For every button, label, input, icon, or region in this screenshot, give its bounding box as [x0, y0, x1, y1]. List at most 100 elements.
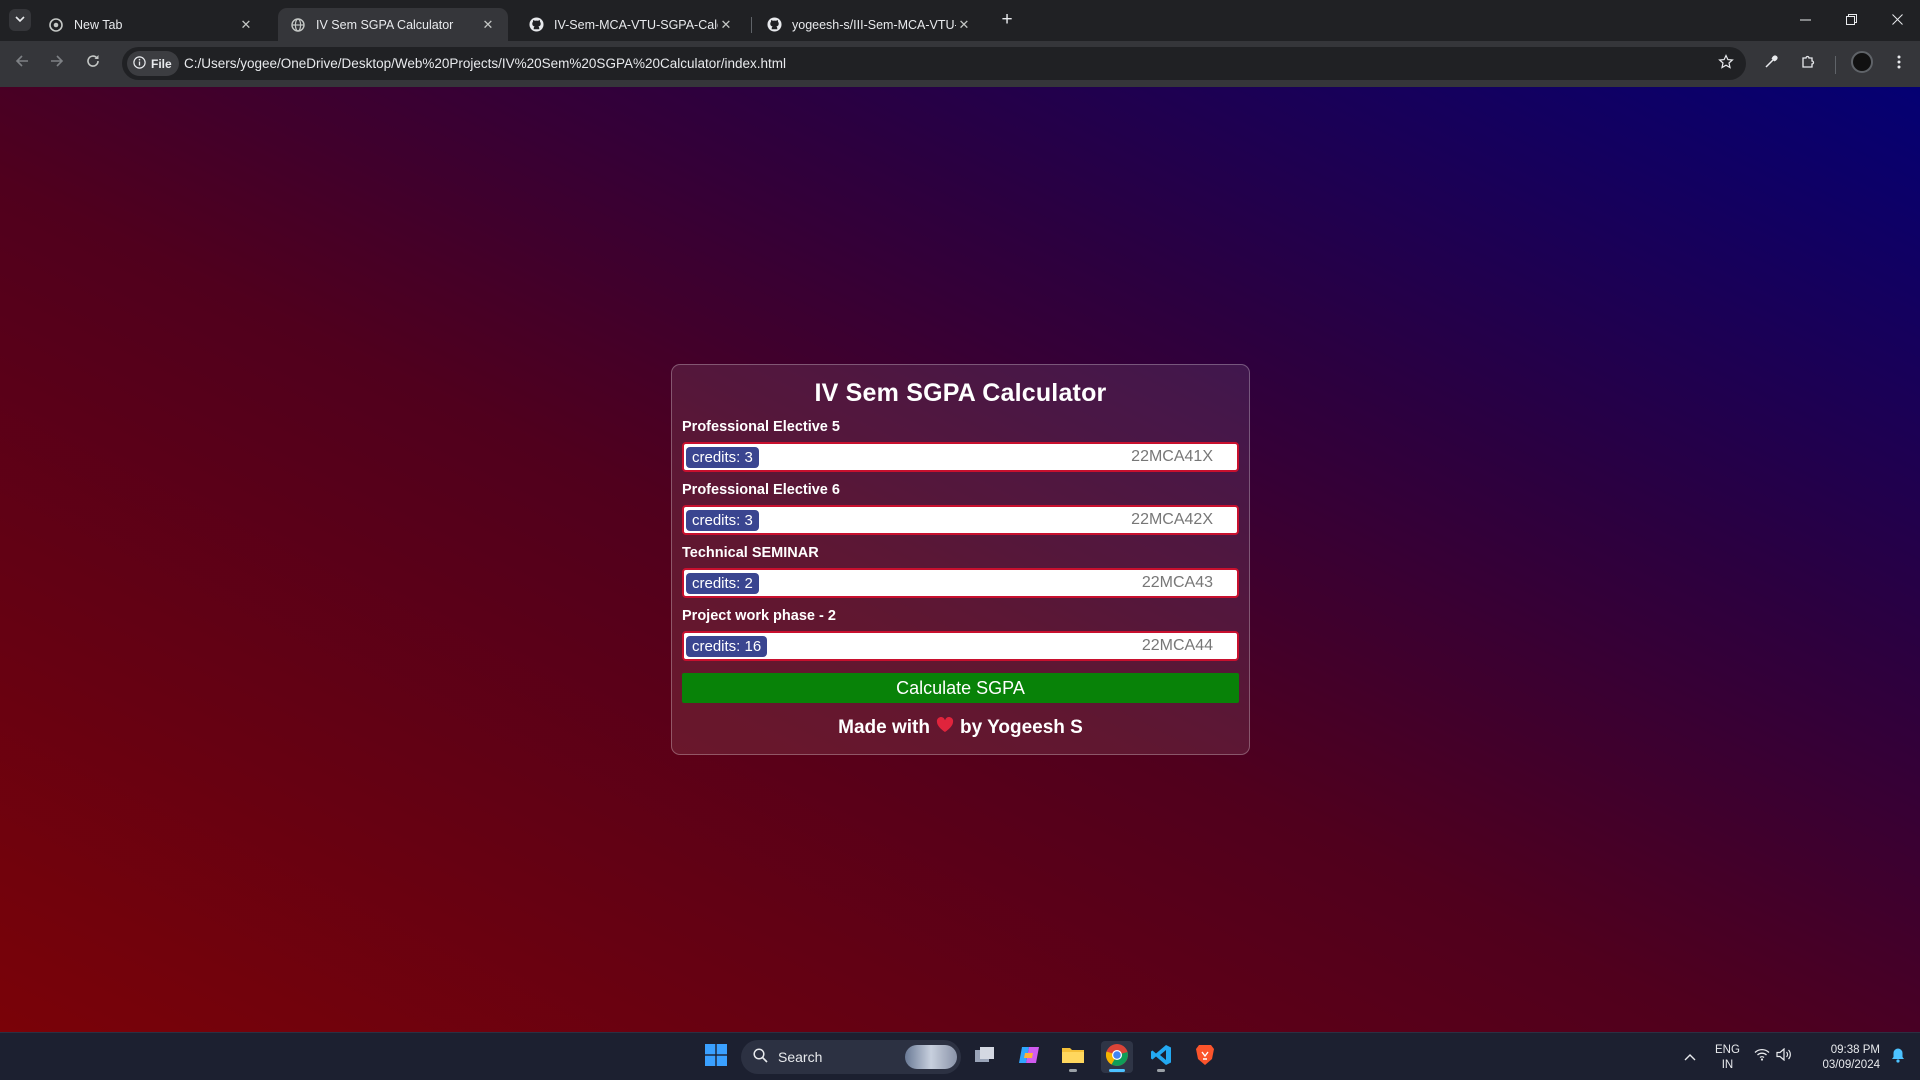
tab-separator [751, 17, 752, 33]
close-icon[interactable]: ✕ [956, 17, 972, 33]
chrome-taskbar-button[interactable] [1101, 1041, 1133, 1073]
subject-code-placeholder: 22MCA41X [1131, 448, 1213, 465]
chevron-up-icon [1684, 1048, 1696, 1066]
tab-new-tab[interactable]: New Tab ✕ [36, 8, 266, 41]
reload-button[interactable] [79, 49, 107, 77]
language-code: ENG [1715, 1044, 1740, 1056]
system-clock[interactable]: 09:38 PM 03/09/2024 [1808, 1043, 1880, 1073]
arrow-right-icon [50, 54, 64, 73]
wifi-icon [1754, 1048, 1770, 1066]
input-language[interactable]: ENG IN [1715, 1043, 1740, 1073]
subject-field: Technical SEMINAR credits: 2 22MCA43 [682, 544, 1239, 598]
site-info-label: File [151, 56, 172, 71]
volume-icon [1775, 1047, 1791, 1066]
back-button[interactable] [8, 49, 36, 77]
copilot-button[interactable] [1013, 1041, 1045, 1073]
clock-date: 03/09/2024 [1822, 1059, 1880, 1071]
active-indicator [1109, 1069, 1125, 1072]
kebab-menu-icon [1897, 55, 1901, 74]
extensions-button[interactable] [1794, 50, 1822, 78]
tab-search-button[interactable] [9, 9, 31, 31]
chrome-icon [48, 17, 64, 33]
tab-sgpa-calculator[interactable]: IV Sem SGPA Calculator ✕ [278, 8, 508, 41]
puzzle-icon [1800, 54, 1816, 75]
close-icon[interactable]: ✕ [718, 17, 734, 33]
address-bar[interactable]: File C:/Users/yogee/OneDrive/Desktop/Web… [122, 47, 1746, 80]
tab-title: New Tab [74, 17, 123, 32]
region-code: IN [1721, 1059, 1734, 1071]
restore-icon [1845, 13, 1857, 28]
close-icon[interactable]: ✕ [238, 17, 254, 33]
search-label: Search [778, 1049, 823, 1065]
grade-input[interactable]: credits: 3 22MCA42X [682, 505, 1239, 535]
footer-text-after: by Yogeesh S [960, 717, 1083, 739]
new-tab-button[interactable]: + [996, 9, 1018, 31]
search-icon [753, 1048, 768, 1066]
info-icon [133, 55, 151, 72]
windows-logo-icon [705, 1043, 727, 1071]
close-icon[interactable]: ✕ [480, 17, 496, 33]
restore-button[interactable] [1828, 0, 1874, 40]
tab-github-repo-2[interactable]: yogeesh-s/III-Sem-MCA-VTU-S ✕ [754, 8, 984, 41]
close-window-button[interactable] [1874, 0, 1920, 40]
notifications-button[interactable] [1882, 1041, 1914, 1073]
arrow-left-icon [15, 54, 29, 73]
footer-credit: Made with by Yogeesh S [682, 717, 1239, 739]
grade-input[interactable]: credits: 2 22MCA43 [682, 568, 1239, 598]
task-view-icon [974, 1045, 996, 1070]
subject-field: Professional Elective 6 credits: 3 22MCA… [682, 481, 1239, 535]
clock-time: 09:38 PM [1830, 1044, 1880, 1056]
heart-icon [936, 717, 954, 739]
menu-button[interactable] [1885, 50, 1913, 78]
tray-overflow-button[interactable] [1674, 1041, 1706, 1073]
subject-label: Professional Elective 5 [682, 419, 840, 435]
tab-github-repo[interactable]: IV-Sem-MCA-VTU-SGPA-Calcul ✕ [516, 8, 746, 41]
tab-title: yogeesh-s/III-Sem-MCA-VTU-S [792, 17, 956, 32]
grade-input[interactable]: credits: 3 22MCA41X [682, 442, 1239, 472]
subject-label: Technical SEMINAR [682, 545, 819, 561]
chrome-icon [1105, 1043, 1129, 1072]
github-icon [766, 17, 782, 33]
subject-code-placeholder: 22MCA43 [1141, 574, 1213, 591]
profile-avatar[interactable] [1851, 51, 1873, 73]
browser-toolbar: File C:/Users/yogee/OneDrive/Desktop/Web… [0, 41, 1920, 87]
credits-badge: credits: 16 [686, 636, 768, 657]
reload-icon [86, 54, 100, 73]
page-viewport: IV Sem SGPA Calculator Professional Elec… [0, 87, 1920, 1032]
grade-input[interactable]: credits: 16 22MCA44 [682, 631, 1239, 661]
running-indicator [1069, 1069, 1077, 1072]
brave-button[interactable] [1189, 1041, 1221, 1073]
task-view-button[interactable] [969, 1041, 1001, 1073]
subject-field: Professional Elective 5 credits: 3 22MCA… [682, 418, 1239, 472]
globe-icon [290, 17, 306, 33]
bell-icon [1891, 1047, 1905, 1068]
eyedropper-button[interactable] [1757, 50, 1785, 78]
subject-code-placeholder: 22MCA44 [1141, 637, 1213, 654]
file-explorer-button[interactable] [1057, 1041, 1089, 1073]
calculate-sgpa-button[interactable]: Calculate SGPA [682, 673, 1239, 703]
close-icon [1891, 13, 1903, 28]
credits-badge: credits: 2 [686, 573, 759, 594]
minimize-button[interactable] [1782, 0, 1828, 40]
tab-title: IV-Sem-MCA-VTU-SGPA-Calcul [554, 17, 718, 32]
minimize-icon [1799, 13, 1811, 28]
forward-button[interactable] [43, 49, 71, 77]
credits-badge: credits: 3 [686, 510, 759, 531]
plus-icon: + [1001, 9, 1013, 30]
toolbar-separator [1835, 56, 1836, 74]
vscode-button[interactable] [1145, 1041, 1177, 1073]
subject-label: Project work phase - 2 [682, 608, 836, 624]
tab-title: IV Sem SGPA Calculator [316, 17, 454, 32]
chevron-down-icon [15, 11, 25, 29]
bookmark-button[interactable] [1716, 53, 1736, 74]
start-button[interactable] [700, 1041, 732, 1073]
footer-text-before: Made with [838, 717, 930, 739]
tab-strip: New Tab ✕ IV Sem SGPA Calculator ✕ IV-Se… [0, 0, 1920, 41]
site-info-chip[interactable]: File [127, 51, 179, 76]
taskbar-search[interactable]: Search [741, 1040, 961, 1074]
quick-settings-button[interactable] [1748, 1041, 1796, 1073]
search-highlight-image [905, 1045, 957, 1069]
copilot-icon [1017, 1044, 1041, 1071]
url-text[interactable]: C:/Users/yogee/OneDrive/Desktop/Web%20Pr… [184, 56, 786, 71]
folder-icon [1061, 1045, 1085, 1070]
